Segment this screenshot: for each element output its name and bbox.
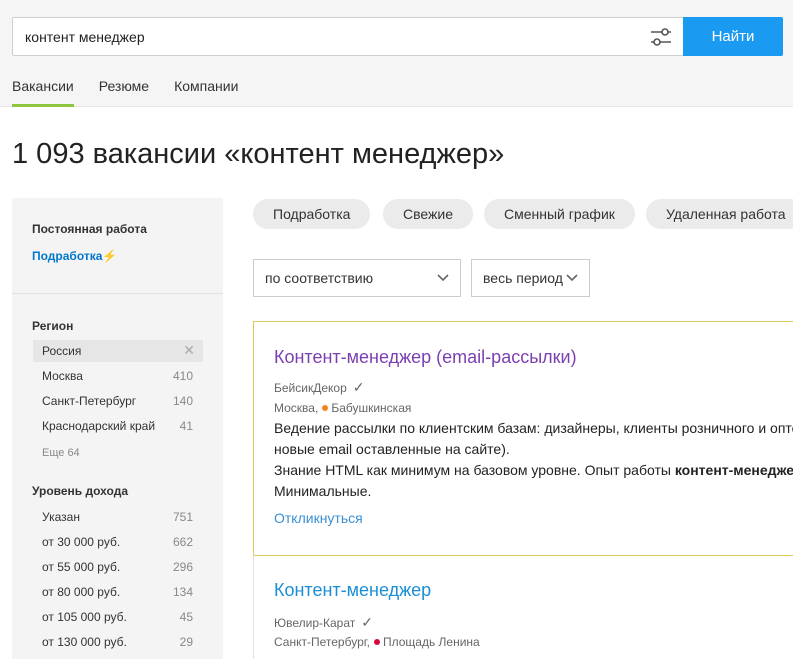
vacancy-title[interactable]: Контент-менеджер (email-рассылки) — [274, 347, 577, 368]
description-line: новые email оставленные на сайте). — [274, 441, 510, 457]
vacancy-company[interactable]: Ювелир-Карат ✓ — [274, 614, 373, 631]
filters-sidebar: Постоянная работа Подработка⚡ Регион Рос… — [12, 198, 223, 659]
income-label: от 105 000 руб. — [42, 610, 127, 624]
metro-station: Площадь Ленина — [382, 635, 480, 649]
income-count: 134 — [172, 585, 193, 599]
metro-dot-icon — [373, 639, 380, 646]
header: Найти Вакансии Резюме Компании — [0, 0, 793, 107]
part-time-label: Подработка — [32, 249, 103, 263]
lightning-icon: ⚡ — [102, 249, 118, 263]
income-count: 29 — [179, 635, 193, 649]
region-item-krasnodar[interactable]: Краснодарский край 41 — [33, 415, 203, 437]
income-label: Указан — [42, 510, 80, 524]
income-label: от 30 000 руб. — [42, 535, 121, 549]
find-button[interactable]: Найти — [683, 17, 783, 56]
region-count: 410 — [172, 369, 193, 383]
vacancy-company[interactable]: БейсикДекор ✓ — [274, 379, 364, 396]
respond-link[interactable]: Откликнуться — [274, 510, 363, 526]
tab-resumes[interactable]: Резюме — [99, 65, 149, 107]
chip-remote[interactable]: Удаленная работа — [646, 199, 793, 229]
description-line: Минимальные. — [274, 483, 372, 499]
chip-fresh[interactable]: Свежие — [383, 199, 473, 229]
region-label: Санкт-Петербург — [42, 394, 137, 408]
company-name: БейсикДекор — [274, 381, 347, 395]
income-header: Уровень дохода — [32, 484, 129, 498]
description-line: Ведение рассылки по клиентским базам: ди… — [274, 420, 793, 436]
region-item-spb[interactable]: Санкт-Петербург 140 — [33, 390, 203, 412]
chip-part-time[interactable]: Подработка — [253, 199, 371, 229]
city: Москва, — [274, 401, 319, 415]
region-item-russia[interactable]: Россия ✕ — [33, 340, 203, 362]
income-count: 751 — [172, 510, 193, 524]
income-item[interactable]: от 55 000 руб. 296 — [33, 556, 203, 578]
income-label: от 80 000 руб. — [42, 585, 121, 599]
period-value: весь период — [483, 270, 563, 286]
region-label: Москва — [42, 369, 83, 383]
chip-shift-schedule[interactable]: Сменный график — [484, 199, 635, 229]
income-item[interactable]: от 130 000 руб. 29 — [33, 631, 203, 653]
vacancy-description: Ведение рассылки по клиентским базам: ди… — [274, 418, 793, 502]
income-label: от 130 000 руб. — [42, 635, 127, 649]
region-label: Россия — [42, 344, 82, 358]
income-count: 45 — [179, 610, 193, 624]
income-label: от 55 000 руб. — [42, 560, 121, 574]
region-label: Краснодарский край — [42, 419, 156, 433]
requirements-line: Знание HTML как минимум на базовом уровн… — [274, 460, 793, 481]
vacancy-title[interactable]: Контент-менеджер — [274, 580, 431, 601]
income-count: 296 — [172, 560, 193, 574]
vacancy-card: Контент-менеджер (email-рассылки) Бейсик… — [253, 321, 793, 556]
nav-tabs: Вакансии Резюме Компании — [12, 65, 263, 107]
verified-check-icon: ✓ — [361, 614, 373, 630]
employment-header: Постоянная работа — [32, 222, 147, 236]
page-title: 1 093 вакансии «контент менеджер» — [12, 138, 505, 170]
income-item[interactable]: от 30 000 руб. 662 — [33, 531, 203, 553]
part-time-link[interactable]: Подработка⚡ — [32, 249, 117, 263]
close-icon[interactable]: ✕ — [183, 342, 195, 359]
chevron-down-icon — [566, 274, 578, 282]
vacancy-location: Санкт-Петербург, Площадь Ленина — [274, 635, 480, 649]
regions-more-link[interactable]: Еще 64 — [42, 447, 80, 459]
requirements-text: Знание HTML как минимум на базовом уровн… — [274, 462, 675, 478]
filter-settings-icon[interactable] — [649, 26, 673, 48]
region-header: Регион — [32, 319, 74, 333]
period-select[interactable]: весь период — [471, 259, 590, 297]
sort-order-value: по соответствию — [265, 270, 374, 286]
highlight-keyword: контент-менеджер — [674, 462, 793, 478]
income-count: 662 — [172, 535, 193, 549]
sort-order-select[interactable]: по соответствию — [253, 259, 461, 297]
region-item-moscow[interactable]: Москва 410 — [33, 365, 203, 387]
sidebar-divider — [12, 293, 223, 294]
region-count: 41 — [179, 419, 193, 433]
income-item[interactable]: Указан 751 — [33, 506, 203, 528]
tab-vacancies[interactable]: Вакансии — [12, 65, 74, 107]
search-input[interactable] — [13, 18, 633, 55]
vacancy-location: Москва, Бабушкинская — [274, 401, 411, 415]
region-count: 140 — [172, 394, 193, 408]
income-item[interactable]: от 105 000 руб. 45 — [33, 606, 203, 628]
vacancy-card: Контент-менеджер Ювелир-Карат ✓ Санкт-Пет… — [253, 555, 793, 659]
tab-companies[interactable]: Компании — [174, 65, 238, 107]
company-name: Ювелир-Карат — [274, 616, 356, 630]
metro-dot-icon — [322, 405, 329, 412]
chevron-down-icon — [437, 274, 449, 282]
city: Санкт-Петербург, — [274, 635, 370, 649]
income-item[interactable]: от 80 000 руб. 134 — [33, 581, 203, 603]
search-box[interactable] — [12, 17, 684, 56]
verified-check-icon: ✓ — [352, 379, 365, 395]
metro-station: Бабушкинская — [331, 401, 412, 415]
